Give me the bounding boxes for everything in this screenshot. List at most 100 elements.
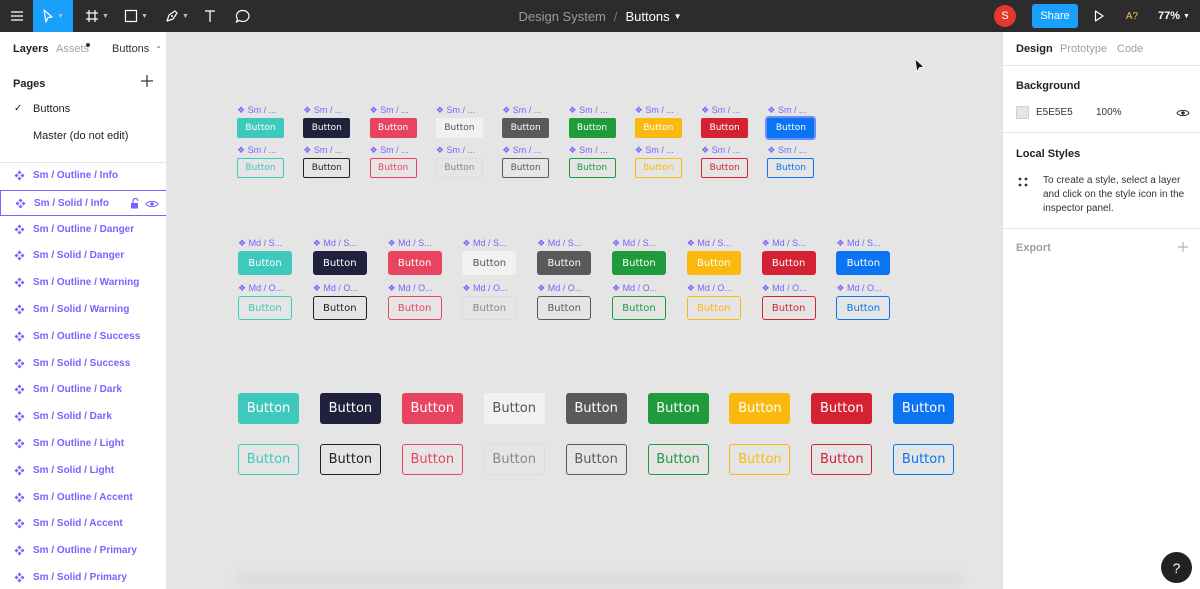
- zoom-dropdown[interactable]: 77% ▼: [1152, 0, 1196, 32]
- solid-light-sm-button[interactable]: Button: [435, 118, 483, 138]
- solid-primary-lg-button[interactable]: Button: [893, 393, 955, 424]
- share-button[interactable]: Share: [1032, 4, 1078, 28]
- layer-item[interactable]: Sm / Outline / Light: [0, 431, 166, 457]
- help-button[interactable]: ?: [1161, 552, 1192, 583]
- layer-item[interactable]: Sm / Solid / Success: [0, 351, 166, 377]
- outline-primary-lg-button[interactable]: Button: [893, 444, 955, 475]
- shape-tool-button[interactable]: ▼: [119, 0, 153, 32]
- solid-info-sm-button[interactable]: Button: [237, 118, 284, 138]
- tab-assets[interactable]: Assets: [56, 43, 89, 55]
- outline-warning-sm-button[interactable]: Button: [634, 158, 682, 178]
- tab-design[interactable]: Design: [1016, 43, 1053, 55]
- add-page-button[interactable]: [138, 72, 156, 90]
- solid-dark-sm-button[interactable]: Button: [303, 118, 351, 138]
- solid-info-md-button[interactable]: Button: [238, 251, 292, 275]
- solid-warning-md-button[interactable]: Button: [686, 251, 741, 275]
- outline-warning-lg-button[interactable]: Button: [729, 444, 791, 475]
- outline-danger-sm-button[interactable]: Button: [369, 158, 417, 178]
- solid-light-lg-button[interactable]: Button: [483, 393, 545, 424]
- outline-primary-md-button[interactable]: Button: [836, 296, 891, 320]
- outline-primary-sm-button[interactable]: Button: [767, 158, 815, 178]
- solid-red-lg-button[interactable]: Button: [811, 393, 873, 424]
- outline-success-lg-button[interactable]: Button: [647, 444, 709, 475]
- outline-danger-md-button[interactable]: Button: [387, 296, 442, 320]
- layer-item[interactable]: Sm / Solid / Light: [0, 458, 166, 484]
- layer-item[interactable]: Sm / Solid / Accent: [0, 511, 166, 537]
- page-switcher[interactable]: Buttons ⌃: [112, 43, 162, 55]
- frame-tool-button[interactable]: ▼: [80, 0, 114, 32]
- solid-secondary-lg-button[interactable]: Button: [565, 393, 627, 424]
- solid-dark-md-button[interactable]: Button: [312, 251, 367, 275]
- layer-item[interactable]: Sm / Outline / Dark: [0, 377, 166, 403]
- solid-warning-lg-button[interactable]: Button: [729, 393, 791, 424]
- background-opacity-value[interactable]: 100%: [1096, 107, 1122, 118]
- solid-success-lg-button[interactable]: Button: [647, 393, 709, 424]
- outline-dark-lg-button[interactable]: Button: [319, 444, 381, 475]
- outline-success-md-button[interactable]: Button: [612, 296, 666, 320]
- outline-danger-lg-button[interactable]: Button: [401, 444, 463, 475]
- layer-item[interactable]: Sm / Solid / Danger: [0, 243, 166, 269]
- canvas[interactable]: ❖ Sm / ... Button ❖ Sm / ... Button ❖ Md / S…: [167, 32, 1002, 589]
- solid-success-md-button[interactable]: Button: [612, 251, 666, 275]
- outline-light-lg-button[interactable]: Button: [483, 444, 545, 475]
- layer-item[interactable]: Sm / Solid / Primary: [0, 565, 166, 589]
- layer-item[interactable]: Sm / Solid / Dark: [0, 404, 166, 430]
- tab-layers[interactable]: Layers: [13, 43, 48, 55]
- solid-danger-md-button[interactable]: Button: [387, 251, 442, 275]
- outline-info-lg-button[interactable]: Button: [238, 444, 299, 475]
- outline-warning-md-button[interactable]: Button: [686, 296, 741, 320]
- layer-item[interactable]: Sm / Outline / Accent: [0, 485, 166, 511]
- page-item-master[interactable]: Master (do not edit): [0, 123, 166, 149]
- outline-light-sm-button[interactable]: Button: [435, 158, 483, 178]
- outline-secondary-lg-button[interactable]: Button: [565, 444, 627, 475]
- solid-secondary-sm-button[interactable]: Button: [502, 118, 550, 138]
- layer-item[interactable]: Sm / Outline / Success: [0, 324, 166, 350]
- outline-dark-md-button[interactable]: Button: [312, 296, 367, 320]
- layer-item[interactable]: Sm / Solid / Info: [0, 189, 166, 216]
- layer-item[interactable]: Sm / Solid / Warning: [0, 297, 166, 323]
- solid-danger-lg-button[interactable]: Button: [401, 393, 463, 424]
- solid-red-sm-button[interactable]: Button: [701, 118, 749, 138]
- layer-item[interactable]: Sm / Outline / Primary: [0, 538, 166, 564]
- layer-item[interactable]: Sm / Outline / Info: [0, 163, 166, 189]
- solid-warning-sm-button[interactable]: Button: [634, 118, 682, 138]
- current-page-name[interactable]: Buttons: [626, 9, 670, 24]
- outline-success-sm-button[interactable]: Button: [568, 158, 616, 178]
- eye-icon[interactable]: [145, 199, 159, 209]
- solid-danger-sm-button[interactable]: Button: [369, 118, 417, 138]
- outline-dark-sm-button[interactable]: Button: [303, 158, 351, 178]
- plus-icon[interactable]: [1176, 240, 1190, 254]
- solid-secondary-md-button[interactable]: Button: [537, 251, 592, 275]
- layer-item[interactable]: Sm / Outline / Warning: [0, 270, 166, 296]
- solid-light-md-button[interactable]: Button: [462, 251, 517, 275]
- solid-red-md-button[interactable]: Button: [761, 251, 816, 275]
- outline-secondary-sm-button[interactable]: Button: [502, 158, 550, 178]
- pen-tool-button[interactable]: ▼: [160, 0, 194, 32]
- background-hex-value[interactable]: E5E5E5: [1036, 107, 1073, 118]
- chevron-down-icon[interactable]: ▼: [674, 12, 682, 21]
- move-tool-button[interactable]: ▼: [33, 0, 73, 32]
- comment-tool-button[interactable]: [231, 0, 255, 32]
- outline-secondary-md-button[interactable]: Button: [537, 296, 592, 320]
- solid-primary-sm-button[interactable]: Button: [767, 118, 815, 138]
- outline-red-sm-button[interactable]: Button: [701, 158, 749, 178]
- outline-info-sm-button[interactable]: Button: [237, 158, 284, 178]
- background-color-swatch[interactable]: [1016, 106, 1029, 119]
- tab-code[interactable]: Code: [1117, 43, 1143, 55]
- unlock-icon[interactable]: [130, 197, 140, 209]
- solid-success-sm-button[interactable]: Button: [568, 118, 616, 138]
- solid-info-lg-button[interactable]: Button: [238, 393, 299, 424]
- avatar[interactable]: S: [994, 5, 1016, 27]
- page-item-buttons[interactable]: ✓ Buttons: [0, 96, 166, 122]
- main-menu-button[interactable]: [0, 0, 33, 32]
- outline-red-md-button[interactable]: Button: [761, 296, 816, 320]
- present-button[interactable]: [1089, 0, 1109, 32]
- layer-item[interactable]: Sm / Outline / Danger: [0, 217, 166, 243]
- project-name[interactable]: Design System: [518, 9, 605, 24]
- outline-red-lg-button[interactable]: Button: [811, 444, 873, 475]
- accessibility-check-button[interactable]: A?: [1120, 0, 1144, 32]
- eye-icon[interactable]: [1176, 108, 1190, 118]
- outline-info-md-button[interactable]: Button: [238, 296, 292, 320]
- solid-primary-md-button[interactable]: Button: [836, 251, 891, 275]
- text-tool-button[interactable]: [198, 0, 222, 32]
